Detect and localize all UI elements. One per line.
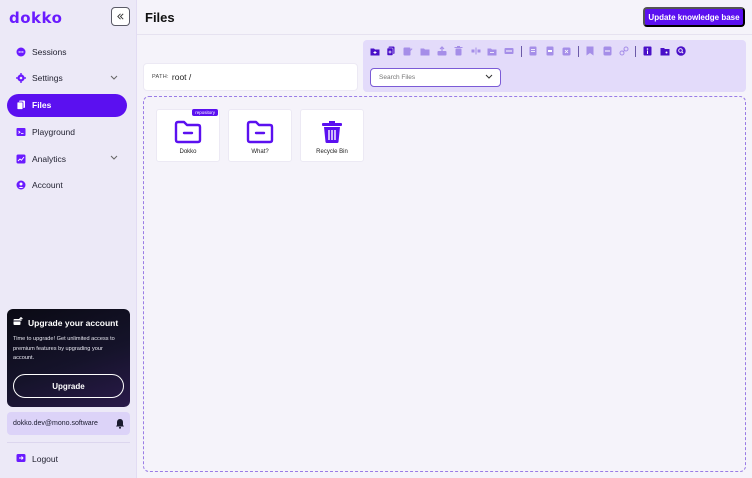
- sidebar-item-label: Files: [32, 100, 52, 111]
- sidebar-item-settings[interactable]: Settings: [7, 67, 127, 90]
- bookmark-icon[interactable]: [585, 46, 596, 57]
- toolbar-separator: [577, 45, 579, 57]
- folder-icon: [174, 119, 202, 145]
- recycle-bin-icon: [318, 119, 346, 145]
- file-name: Recycle Bin: [316, 149, 348, 155]
- app-logo[interactable]: dokko: [9, 9, 62, 27]
- document-icon[interactable]: [527, 46, 538, 57]
- upgrade-button[interactable]: Upgrade: [13, 374, 124, 398]
- sidebar-item-account[interactable]: Account: [7, 174, 127, 197]
- update-knowledge-base-button[interactable]: Update knowledge base: [643, 7, 745, 27]
- chat-bubble-icon: [16, 47, 26, 57]
- gear-icon: [16, 73, 26, 84]
- path-value[interactable]: root /: [172, 72, 191, 82]
- upload-icon[interactable]: [436, 46, 447, 57]
- file-toolbar: [363, 40, 746, 92]
- sidebar-item-label: Analytics: [32, 153, 67, 164]
- toolbar-separator: [635, 45, 637, 57]
- edit-icon[interactable]: [403, 46, 414, 57]
- bell-icon[interactable]: [115, 418, 125, 429]
- folder-icon: [246, 119, 274, 145]
- sidebar-item-label: Sessions: [32, 46, 67, 57]
- logout-label: Logout: [32, 454, 58, 464]
- breadcrumb: PATH: root /: [143, 63, 358, 91]
- repository-badge: repository: [192, 109, 218, 116]
- copy-document-icon[interactable]: [544, 46, 555, 57]
- page-title: Files: [145, 10, 175, 25]
- split-icon[interactable]: [470, 46, 481, 57]
- search-files-select[interactable]: [370, 68, 501, 87]
- file-name: What?: [251, 149, 269, 155]
- sidebar-divider: [7, 442, 130, 443]
- chevron-down-icon: [110, 155, 118, 160]
- collapse-sidebar-button[interactable]: [111, 7, 130, 26]
- upgrade-description: Time to upgrade! Get unlimited access to…: [13, 336, 115, 361]
- double-chevron-left-icon: [117, 13, 124, 20]
- file-drop-area[interactable]: repository Dokko What? Recycle Bin: [143, 96, 746, 472]
- close-document-icon[interactable]: [561, 46, 572, 57]
- search-input[interactable]: [379, 74, 479, 81]
- link-icon[interactable]: [619, 46, 630, 57]
- delete-icon[interactable]: [453, 46, 464, 57]
- file-card[interactable]: Recycle Bin: [300, 109, 364, 162]
- upgrade-card-icon: [13, 316, 23, 328]
- logout-button[interactable]: Logout: [16, 453, 58, 465]
- file-info-icon[interactable]: [642, 46, 653, 57]
- chart-icon: [16, 154, 26, 164]
- move-folder-icon[interactable]: [487, 46, 498, 57]
- chevron-down-icon: [485, 74, 493, 79]
- sidebar-item-analytics[interactable]: Analytics: [7, 147, 127, 170]
- sidebar-item-sessions[interactable]: Sessions: [7, 40, 127, 63]
- toolbar-separator: [520, 45, 522, 57]
- header-divider: [137, 34, 752, 35]
- search-circle-icon[interactable]: [676, 46, 687, 57]
- upgrade-title: Upgrade your account: [28, 317, 119, 328]
- chevron-down-icon: [110, 75, 118, 80]
- toolbar-icons: [369, 45, 693, 57]
- path-label: PATH:: [152, 74, 169, 80]
- folder-tag-icon[interactable]: [659, 46, 670, 57]
- file-card[interactable]: repository Dokko: [156, 109, 220, 162]
- sidebar-item-label: Settings: [32, 73, 63, 84]
- sidebar: dokko Sessions Settings Files Playground…: [0, 0, 137, 478]
- user-email: dokko.dev@mono.software: [13, 420, 98, 427]
- sidebar-item-playground[interactable]: Playground: [7, 120, 127, 143]
- sidebar-item-label: Account: [32, 180, 63, 191]
- embed-icon[interactable]: [504, 46, 515, 57]
- open-folder-icon[interactable]: [420, 46, 431, 57]
- upgrade-card: Upgrade your account Time to upgrade! Ge…: [7, 309, 130, 407]
- archive-icon[interactable]: [602, 46, 613, 57]
- file-name: Dokko: [179, 149, 197, 155]
- add-files-icon[interactable]: [386, 46, 397, 57]
- sidebar-nav: Sessions Settings Files Playground Analy…: [7, 40, 127, 201]
- user-account-box[interactable]: dokko.dev@mono.software: [7, 412, 130, 435]
- sidebar-item-label: Playground: [32, 126, 76, 137]
- files-icon: [16, 100, 26, 110]
- sidebar-item-files[interactable]: Files: [7, 93, 127, 117]
- terminal-icon: [16, 127, 26, 137]
- file-card[interactable]: What?: [228, 109, 292, 162]
- logout-icon: [16, 453, 26, 465]
- add-folder-icon[interactable]: [369, 46, 380, 57]
- user-circle-icon: [16, 180, 26, 190]
